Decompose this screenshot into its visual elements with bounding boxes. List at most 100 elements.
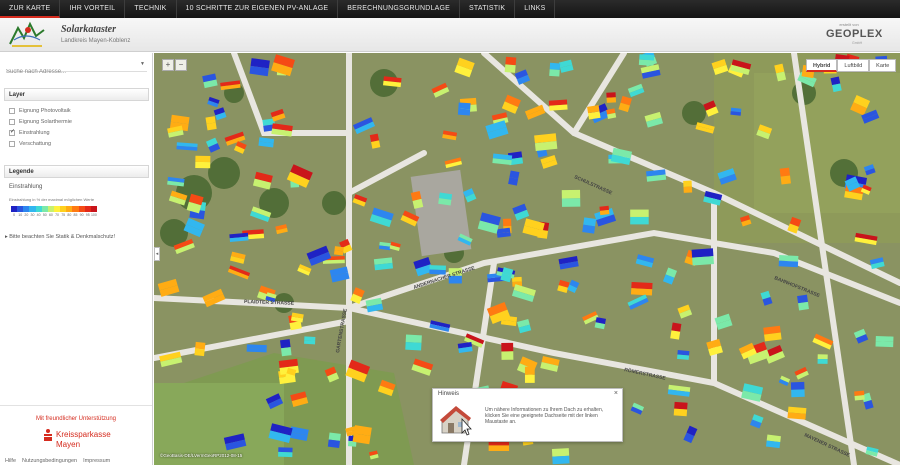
roof[interactable]	[457, 102, 471, 116]
roof[interactable]	[501, 342, 514, 360]
roof[interactable]	[551, 448, 570, 465]
roof[interactable]	[378, 241, 391, 251]
layer-checkbox[interactable]	[9, 108, 15, 114]
roof[interactable]	[327, 432, 341, 448]
popup-title: Hinweis	[438, 391, 460, 397]
roof[interactable]	[561, 189, 581, 207]
layer-item[interactable]: Einstrahlung	[9, 128, 50, 137]
map-type-button[interactable]: Hybrid	[806, 59, 838, 72]
roof[interactable]	[765, 434, 781, 449]
roof[interactable]	[787, 406, 807, 420]
roof[interactable]	[280, 339, 292, 357]
roof[interactable]	[763, 325, 782, 342]
footer-link[interactable]: Hilfe	[5, 458, 16, 464]
roof[interactable]	[405, 334, 422, 351]
sidebar-collapse-button[interactable]: ◂	[154, 247, 160, 261]
popup-text: Um nähere Informationen zu Ihrem Dach zu…	[485, 407, 604, 425]
roof[interactable]	[304, 336, 316, 345]
roof[interactable]	[779, 167, 791, 185]
roof[interactable]	[496, 227, 511, 238]
layer-checkbox[interactable]	[9, 128, 15, 136]
roof[interactable]	[229, 232, 249, 243]
roof[interactable]	[599, 205, 610, 216]
roof[interactable]	[176, 142, 198, 151]
roof[interactable]	[429, 265, 446, 275]
search-input[interactable]	[6, 66, 134, 78]
footer-link[interactable]: Impressum	[83, 458, 110, 464]
roof[interactable]	[790, 381, 805, 398]
nav-item[interactable]: TECHNIK	[125, 0, 177, 18]
layer-panel-header[interactable]: Layer	[4, 88, 149, 101]
roof[interactable]	[587, 105, 601, 120]
nav-item[interactable]: 10 SCHRITTE ZUR EIGENEN PV-ANLAGE	[177, 0, 339, 18]
hint-link[interactable]: ▸ Bitte beachten Sie Statik & Denkmalsch…	[5, 234, 115, 240]
roof[interactable]	[258, 137, 275, 148]
roof[interactable]	[606, 108, 617, 119]
hint-popup: Hinweis × Um nähere Informationen zu Ihr…	[432, 388, 623, 442]
layer-item[interactable]: Eignung Photovoltaik	[9, 107, 71, 115]
roof[interactable]	[875, 335, 894, 348]
layer-item[interactable]: Verschattung	[9, 140, 51, 148]
roof[interactable]	[854, 390, 865, 401]
roof[interactable]	[205, 116, 217, 131]
layer-item[interactable]: Eignung Solarthermie	[9, 118, 72, 126]
roof[interactable]	[278, 447, 293, 458]
layer-checkbox[interactable]	[9, 119, 15, 125]
roof[interactable]	[438, 192, 453, 206]
roof[interactable]	[630, 281, 653, 296]
roof[interactable]	[691, 248, 714, 266]
zoom-out-button[interactable]: −	[175, 59, 187, 71]
roof[interactable]	[383, 76, 402, 88]
roof[interactable]	[548, 99, 568, 111]
app-title: Solarkataster	[61, 24, 117, 35]
roof[interactable]	[195, 155, 211, 169]
roof[interactable]	[778, 255, 799, 268]
roof[interactable]	[249, 58, 270, 77]
roof[interactable]	[630, 209, 649, 225]
legend-tick-labels: 0 10 20 30 40 50 60 70 75 80 85 90 95 100	[11, 213, 97, 218]
roof[interactable]	[246, 344, 267, 353]
top-navigation: ZUR KARTE IHR VORTEIL TECHNIK 10 SCHRITTE Z…	[0, 0, 900, 18]
map-type-button[interactable]: Luftbild	[837, 59, 870, 72]
legend-heading: Einstrahlung	[9, 184, 43, 190]
roof[interactable]	[606, 92, 617, 103]
nav-item[interactable]: IHR VORTEIL	[60, 0, 126, 18]
roof[interactable]	[730, 107, 742, 116]
layer-checkbox[interactable]	[9, 141, 15, 147]
chevron-down-icon[interactable]: ▼	[140, 61, 145, 67]
roof[interactable]	[673, 401, 688, 417]
legend-color-scale	[11, 206, 97, 212]
nav-item[interactable]: ZUR KARTE	[0, 0, 61, 18]
roof[interactable]	[492, 153, 513, 166]
roof[interactable]	[549, 62, 561, 77]
roof[interactable]	[677, 350, 690, 360]
map-copyright: ©GeoBasis-DE/LVermGeoRP2012-08-15	[160, 453, 243, 458]
roof[interactable]	[582, 217, 597, 234]
nav-item[interactable]: STATISTIK	[460, 0, 516, 18]
roof[interactable]	[683, 180, 693, 193]
nav-item[interactable]: LINKS	[515, 0, 556, 18]
roof[interactable]	[194, 341, 206, 357]
nav-item[interactable]: BERECHNUNGSGRUNDLAGE	[338, 0, 461, 18]
legend-panel-header[interactable]: Legende	[4, 165, 149, 178]
roof[interactable]	[373, 257, 394, 271]
footer-link[interactable]: Nutzungsbedingungen	[22, 458, 77, 464]
roof[interactable]	[504, 56, 517, 73]
roof[interactable]	[524, 366, 535, 383]
roof[interactable]	[646, 169, 667, 182]
app-header: Solarkataster Landkreis Mayen-Koblenz er…	[0, 18, 900, 52]
sponsor-name: Kreissparkasse Mayen	[56, 430, 111, 450]
zoom-in-button[interactable]: +	[162, 59, 174, 71]
partner-caption: erstellt von	[839, 22, 859, 27]
roof[interactable]	[457, 341, 473, 354]
roof[interactable]	[638, 54, 655, 66]
roof[interactable]	[334, 246, 344, 256]
sparkasse-logo	[44, 429, 52, 441]
roof[interactable]	[594, 317, 607, 330]
close-icon[interactable]: ×	[614, 390, 618, 397]
roof[interactable]	[817, 354, 828, 364]
roof[interactable]	[797, 294, 809, 311]
app-subtitle: Landkreis Mayen-Koblenz	[61, 38, 131, 44]
roof[interactable]	[534, 133, 558, 152]
map-type-button[interactable]: Karte	[869, 59, 897, 72]
